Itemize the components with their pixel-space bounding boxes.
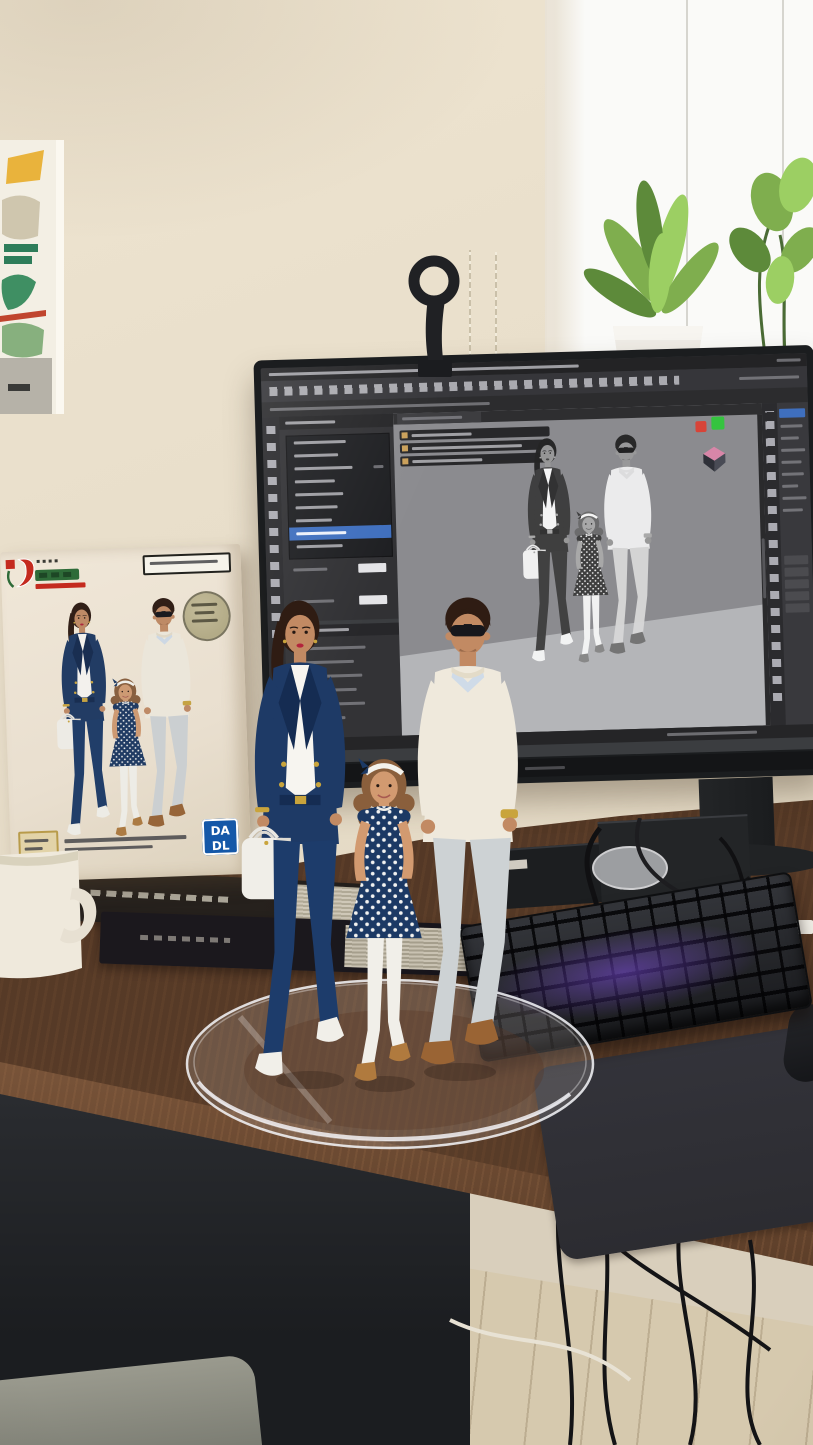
screen-right-panel — [762, 402, 813, 725]
box-top-label — [143, 552, 232, 575]
left-panel-dropdown — [286, 433, 393, 560]
photo-scene-desk-figurine: DA DL — [0, 0, 813, 1445]
right-panel-selected — [779, 408, 805, 418]
book-spine-text — [90, 890, 230, 903]
left-panel-header — [279, 414, 393, 430]
options-pseudo-text — [270, 402, 490, 411]
value-input — [358, 563, 386, 573]
panel-button — [785, 591, 809, 601]
toolbar-right-controls — [739, 375, 799, 380]
panel-button — [784, 555, 808, 565]
panel-button — [785, 579, 809, 589]
red-swatch — [695, 421, 706, 432]
panel-button — [785, 603, 809, 613]
box-brand-logo — [4, 554, 94, 605]
canvas-tab — [397, 411, 481, 424]
fx-icon — [402, 458, 408, 464]
orientation-gizmo — [701, 444, 728, 473]
fx-icon — [402, 432, 408, 438]
monitor-top-hook — [398, 248, 472, 378]
coffee-mug — [0, 848, 106, 1003]
property-row — [289, 560, 391, 578]
right-panel-buttons — [782, 552, 813, 643]
dropdown-row — [289, 538, 391, 554]
panel-button — [784, 567, 808, 577]
green-swatch — [711, 416, 724, 429]
wall-poster — [0, 140, 64, 414]
fx-icon — [402, 445, 408, 451]
window-buttons — [777, 358, 801, 362]
figurine-family — [212, 578, 560, 1110]
